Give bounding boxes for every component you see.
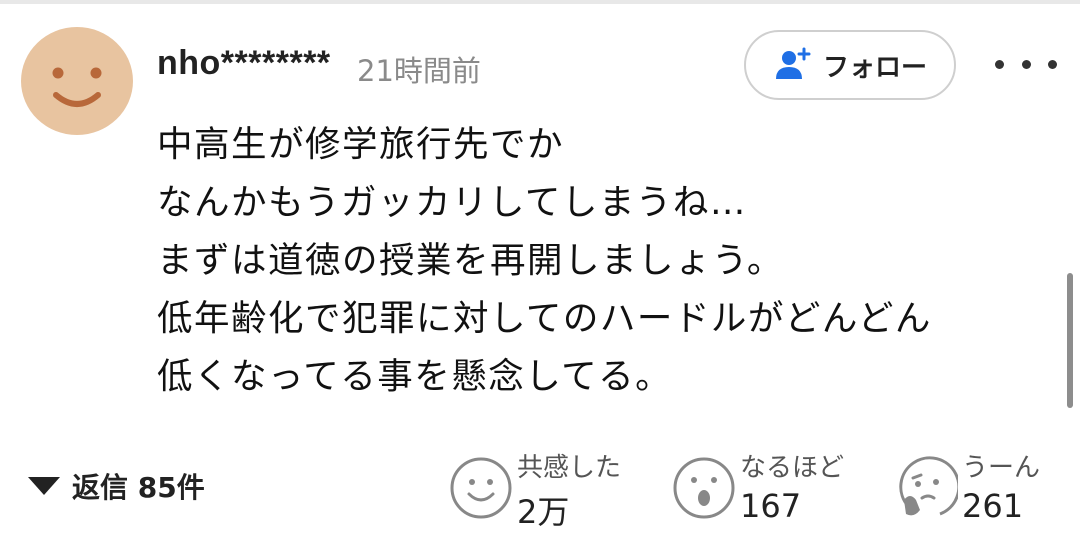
caret-down-icon <box>28 477 60 495</box>
comment-timestamp: 21時間前 <box>357 54 481 88</box>
thinking-face-icon <box>894 456 961 520</box>
more-dot <box>995 59 1004 69</box>
more-dot <box>1048 59 1057 69</box>
comment-line: 低年齢化で犯罪に対してのハードルがどんどん <box>157 298 932 339</box>
add-user-icon <box>773 45 813 85</box>
scrollbar[interactable] <box>1067 273 1073 408</box>
comment-line: なんかもうガッカリしてしまうね… <box>157 182 747 223</box>
reaction-count: 2万 <box>517 493 570 531</box>
more-dot <box>1021 59 1031 69</box>
username[interactable]: nho******** <box>157 44 331 83</box>
surprised-face-icon <box>672 456 736 520</box>
follow-button[interactable]: フォロー <box>744 30 956 100</box>
reaction-label: 共感した <box>517 453 622 483</box>
avatar[interactable] <box>21 27 133 135</box>
reaction-count: 261 <box>962 487 1024 525</box>
smiley-avatar-icon <box>52 67 102 107</box>
comment-line: 中高生が修学旅行先でか <box>157 124 565 165</box>
replies-label: 返信 85件 <box>72 471 205 504</box>
more-options-icon[interactable] <box>995 44 1057 84</box>
reaction-label: うーん <box>962 453 1041 483</box>
reaction-label: なるほど <box>740 453 845 483</box>
top-divider <box>0 0 1080 4</box>
reaction-count: 167 <box>740 487 802 525</box>
comment-line: 低くなってる事を懸念してる。 <box>157 356 673 397</box>
comment-line: まずは道徳の授業を再開しましょう。 <box>157 240 784 281</box>
follow-button-label: フォロー <box>822 52 927 83</box>
comment-body: 中高生が修学旅行先でか なんかもうガッカリしてしまうね… まずは道徳の授業を再開… <box>157 116 1037 406</box>
smile-face-icon <box>449 456 513 520</box>
replies-toggle[interactable]: 返信 85件 <box>28 466 205 506</box>
